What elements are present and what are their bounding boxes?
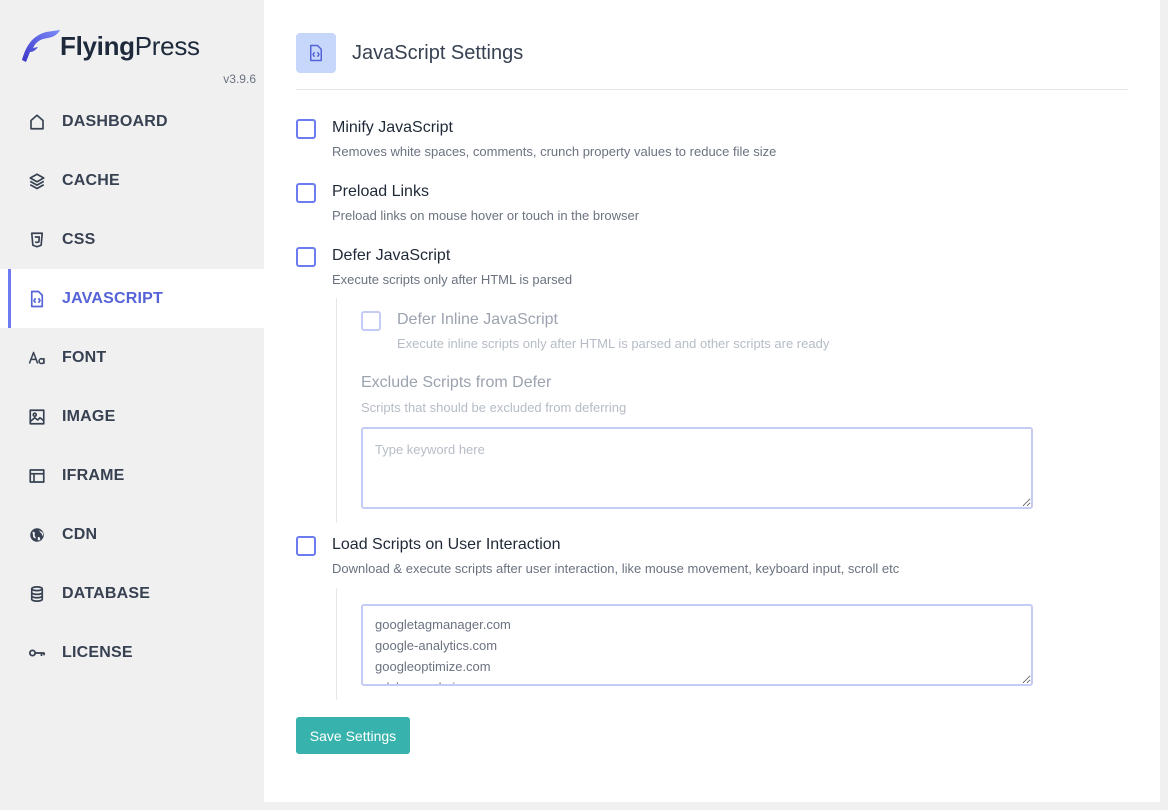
- option-description: Removes white spaces, comments, crunch p…: [332, 144, 777, 159]
- nested-options-line: [336, 588, 337, 700]
- interaction-scripts-textarea[interactable]: googletagmanager.com google-analytics.co…: [361, 604, 1033, 686]
- sidebar-item-cdn[interactable]: CDN: [0, 505, 264, 564]
- minify-javascript-checkbox[interactable]: [296, 119, 316, 139]
- option-description: Execute inline scripts only after HTML i…: [397, 336, 830, 351]
- sidebar-item-label: CDN: [62, 525, 98, 543]
- sidebar-item-label: DATABASE: [62, 584, 151, 602]
- option-title: Load Scripts on User Interaction: [332, 536, 561, 553]
- exclude-scripts-title: Exclude Scripts from Defer: [361, 374, 552, 391]
- option-title: Preload Links: [332, 183, 429, 200]
- sidebar-item-label: FONT: [62, 348, 107, 366]
- option-title: Defer JavaScript: [332, 247, 451, 264]
- image-icon: [28, 408, 46, 426]
- settings-panel: JavaScript Settings Minify JavaScript Re…: [264, 0, 1160, 802]
- page-title: JavaScript Settings: [352, 41, 524, 64]
- sidebar-item-label: CSS: [62, 230, 96, 248]
- database-icon: [28, 585, 46, 603]
- home-icon: [28, 113, 46, 131]
- option-load-scripts-on-interaction: Load Scripts on User Interaction Downloa…: [296, 535, 899, 577]
- defer-inline-javascript-checkbox[interactable]: [361, 311, 381, 331]
- save-settings-button[interactable]: Save Settings: [296, 717, 410, 754]
- brand-name: FlyingPress: [60, 30, 200, 61]
- sidebar-item-label: IFRAME: [62, 466, 125, 484]
- page-header: JavaScript Settings: [296, 33, 523, 73]
- sidebar-item-dashboard[interactable]: DASHBOARD: [0, 92, 264, 151]
- header-divider: [296, 89, 1128, 90]
- sidebar-item-license[interactable]: LICENSE: [0, 623, 264, 682]
- sidebar-item-label: IMAGE: [62, 407, 116, 425]
- font-icon: [28, 349, 46, 367]
- option-title: Defer Inline JavaScript: [397, 311, 558, 328]
- defer-javascript-checkbox[interactable]: [296, 247, 316, 267]
- option-description: Download & execute scripts after user in…: [332, 561, 900, 576]
- preload-links-checkbox[interactable]: [296, 183, 316, 203]
- sidebar-item-font[interactable]: FONT: [0, 328, 264, 387]
- option-description: Preload links on mouse hover or touch in…: [332, 208, 640, 223]
- option-description: Execute scripts only after HTML is parse…: [332, 272, 573, 287]
- sidebar-item-label: LICENSE: [62, 643, 133, 661]
- option-minify-javascript: Minify JavaScript Removes white spaces, …: [296, 118, 776, 160]
- option-title: Minify JavaScript: [332, 119, 453, 136]
- flyingpress-logo-icon: [18, 28, 62, 64]
- key-icon: [28, 644, 46, 662]
- browser-window-icon: [28, 467, 46, 485]
- option-preload-links: Preload Links Preload links on mouse hov…: [296, 182, 639, 224]
- sidebar-item-label: DASHBOARD: [62, 112, 168, 130]
- sidebar-item-css[interactable]: CSS: [0, 210, 264, 269]
- brand-logo[interactable]: FlyingPress: [18, 28, 200, 64]
- load-scripts-on-interaction-checkbox[interactable]: [296, 536, 316, 556]
- sidebar-item-javascript[interactable]: JAVASCRIPT: [0, 269, 264, 328]
- sidebar-item-cache[interactable]: CACHE: [0, 151, 264, 210]
- option-defer-inline-javascript: Defer Inline JavaScript Execute inline s…: [361, 310, 829, 352]
- option-defer-javascript: Defer JavaScript Execute scripts only af…: [296, 246, 572, 288]
- sidebar: FlyingPress v3.9.6 DASHBOARD CACHE CSS J: [0, 0, 264, 810]
- layers-icon: [28, 172, 46, 190]
- sidebar-item-label: JAVASCRIPT: [62, 289, 163, 307]
- exclude-scripts-textarea[interactable]: [361, 427, 1033, 509]
- nested-options-line: [336, 298, 337, 523]
- sidebar-nav: DASHBOARD CACHE CSS JAVASCRIPT FONT IMAG…: [0, 92, 264, 682]
- code-file-icon: [296, 33, 336, 73]
- sidebar-item-image[interactable]: IMAGE: [0, 387, 264, 446]
- code-file-icon: [28, 290, 46, 308]
- version-label: v3.9.6: [223, 72, 256, 86]
- sidebar-item-iframe[interactable]: IFRAME: [0, 446, 264, 505]
- globe-icon: [28, 526, 46, 544]
- css3-icon: [28, 231, 46, 249]
- exclude-scripts-description: Scripts that should be excluded from def…: [361, 400, 627, 415]
- sidebar-item-label: CACHE: [62, 171, 120, 189]
- sidebar-item-database[interactable]: DATABASE: [0, 564, 264, 623]
